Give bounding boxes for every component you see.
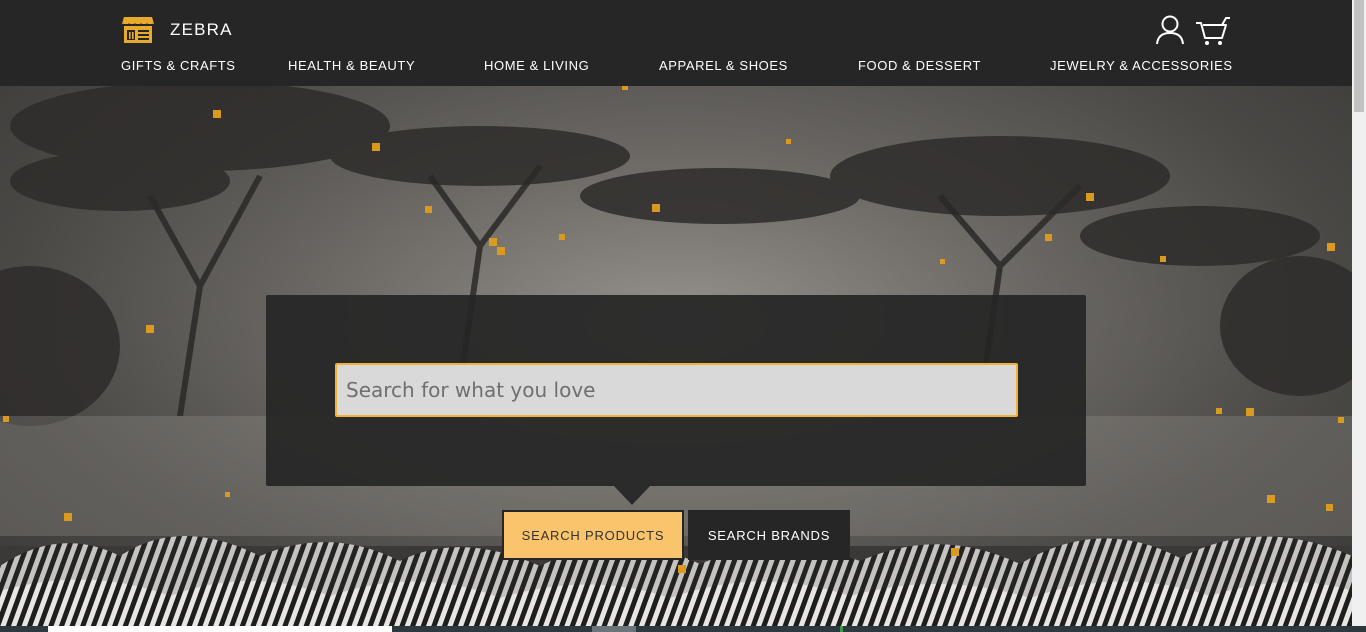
nav-health-beauty[interactable]: HEALTH & BEAUTY	[288, 58, 415, 73]
search-panel	[266, 295, 1086, 505]
next-section-peek	[0, 626, 1366, 632]
storefront-icon	[122, 17, 154, 43]
brand-name: ZEBRA	[170, 20, 233, 39]
header-icons	[1155, 14, 1231, 46]
page-scrollbar[interactable]	[1352, 0, 1366, 632]
site-header: ZEBRA GIFTS & CRAFTS HEALTH & BEAUTY HOM…	[0, 0, 1352, 86]
search-input[interactable]	[335, 363, 1018, 417]
nav-apparel-shoes[interactable]: APPAREL & SHOES	[659, 58, 788, 73]
nav-jewelry-accessories[interactable]: JEWELRY & ACCESSORIES	[1050, 58, 1233, 73]
scrollbar-thumb[interactable]	[1354, 0, 1364, 112]
hero-banner: SEARCH PRODUCTS SEARCH BRANDS	[0, 86, 1352, 626]
search-brands-tab[interactable]: SEARCH BRANDS	[688, 510, 850, 560]
nav-food-dessert[interactable]: FOOD & DESSERT	[858, 58, 981, 73]
brand-link[interactable]: ZEBRA	[121, 15, 233, 45]
user-icon[interactable]	[1155, 14, 1185, 46]
nav-home-living[interactable]: HOME & LIVING	[484, 58, 589, 73]
search-products-tab[interactable]: SEARCH PRODUCTS	[502, 510, 684, 560]
active-tab-pointer	[614, 486, 650, 505]
peek-segment	[592, 626, 636, 632]
cart-icon[interactable]	[1195, 14, 1231, 46]
peek-segment	[48, 626, 392, 632]
nav-gifts-crafts[interactable]: GIFTS & CRAFTS	[121, 58, 236, 73]
category-nav: GIFTS & CRAFTS HEALTH & BEAUTY HOME & LI…	[121, 58, 1233, 76]
peek-segment	[840, 626, 843, 632]
